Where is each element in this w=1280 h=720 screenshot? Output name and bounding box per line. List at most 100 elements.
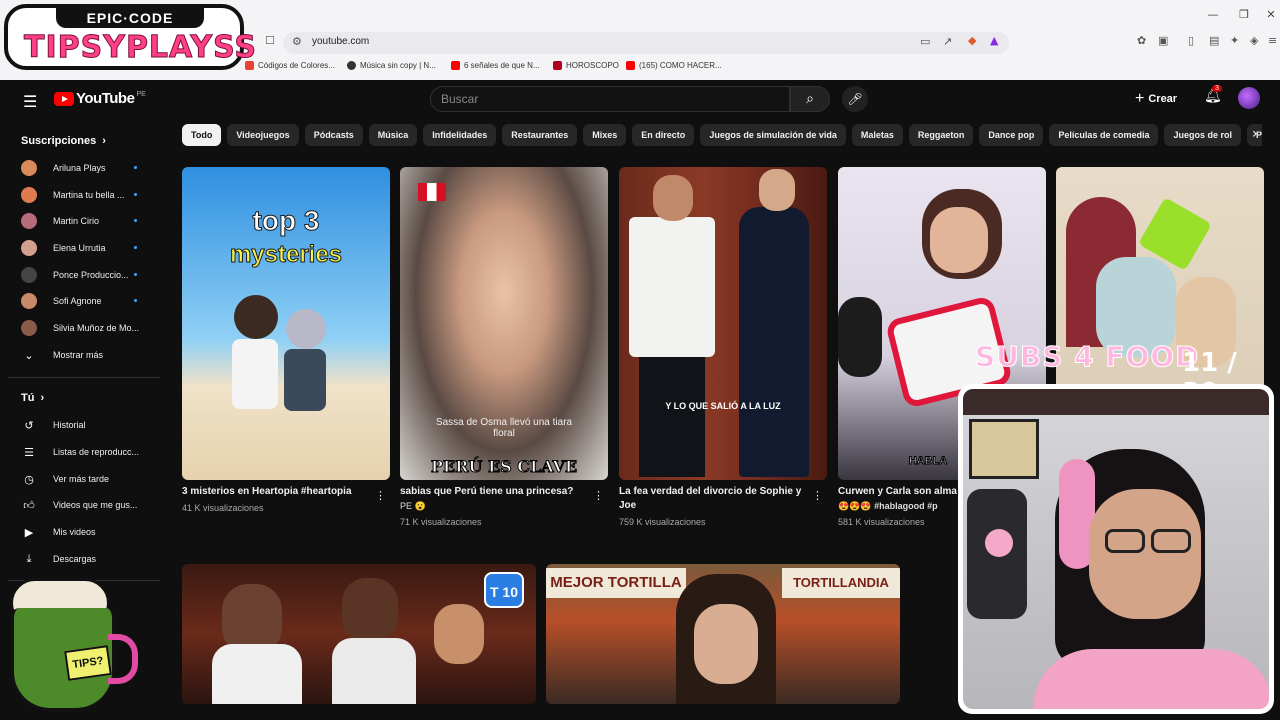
site-info-icon[interactable]: ⚙ [292, 35, 302, 48]
sidebar-item-subscription[interactable]: Martin Cirio [21, 211, 161, 231]
face [930, 207, 988, 273]
person-body [332, 638, 416, 704]
filter-chip[interactable]: Películas de comedia [1049, 124, 1159, 146]
sidebar-item-liked[interactable]: 👍︎ Videos que me gus... [21, 495, 161, 515]
leo-icon[interactable]: ✦ [1230, 34, 1239, 47]
video-thumbnail[interactable]: top 3 mysteries [182, 167, 390, 480]
channel-avatar [21, 267, 37, 283]
you-header[interactable]: Tú › [21, 392, 44, 404]
filter-chip[interactable]: Todo [182, 124, 222, 146]
address-bar[interactable]: ⚙ youtube.com ▭ ↗ ◆ ▲ [283, 32, 1009, 54]
screenshot-icon[interactable]: ▣ [1158, 34, 1168, 47]
filter-chip[interactable]: Pódcasts [304, 124, 363, 146]
chevron-right-icon[interactable]: › [1252, 126, 1258, 142]
avatar[interactable] [1238, 87, 1260, 109]
close-icon[interactable]: ✕ [1264, 8, 1278, 22]
shop-sign: MEJOR TORTILLA [546, 568, 686, 598]
sidebar-item-history[interactable]: ↺ Historial [21, 415, 161, 435]
sidebar-item-subscription[interactable]: Silvia Muñoz de Mo... [21, 318, 161, 338]
video-thumbnail[interactable]: Sassa de Osma llevó una tiara floral PER… [400, 167, 608, 480]
youtube-logo[interactable]: YouTube PE [54, 90, 146, 107]
thumbnail-text: mysteries [229, 241, 343, 269]
bookmark-icon[interactable]: ☐ [265, 34, 275, 47]
more-options-icon[interactable]: ⋮ [375, 489, 386, 502]
hamburger-menu-icon[interactable]: ☰ [23, 92, 37, 111]
sidebar-item-subscription[interactable]: Elena Urrutia [21, 238, 161, 258]
channel-avatar [21, 213, 37, 229]
sidebar-item-playlists[interactable]: ☰ Listas de reproducc... [21, 442, 161, 462]
sidebar-item-subscription[interactable]: Martina tu bella ... [21, 185, 161, 205]
video-thumbnail[interactable]: Y LO QUE SALIÓ A LA LUZ [619, 167, 827, 480]
video-card[interactable]: Sassa de Osma llevó una tiara floral PER… [400, 167, 608, 527]
video-card[interactable]: Y LO QUE SALIÓ A LA LUZ La fea verdad de… [619, 167, 827, 527]
sidebar-item-watch-later[interactable]: ◷ Ver más tarde [21, 469, 161, 489]
bookmark-label: Códigos de Colores... [258, 61, 335, 70]
character-body [284, 349, 326, 411]
filter-chip[interactable]: Restaurantes [502, 124, 578, 146]
share-icon[interactable]: ↗ [943, 35, 952, 48]
restore-icon[interactable]: ❐ [1237, 8, 1251, 22]
person-head [653, 175, 693, 221]
video-thumbnail[interactable]: T 10 [182, 564, 536, 704]
notification-badge: 3 [1212, 85, 1222, 92]
video-card[interactable]: top 3 mysteries 3 misterios en Heartopia… [182, 167, 390, 513]
filter-chip[interactable]: Juegos de simulación de vida [700, 124, 846, 146]
minimize-icon[interactable]: — [1206, 8, 1220, 22]
video-thumbnail[interactable]: MEJOR TORTILLA TORTILLANDIA [546, 564, 900, 704]
search-input[interactable] [441, 91, 771, 107]
thumbnail-text: Y LO QUE SALIÓ A LA LUZ [665, 401, 781, 411]
cast-icon[interactable]: ▭ [920, 35, 930, 48]
video-title[interactable]: La fea verdad del divorcio de Sophie y J… [619, 485, 804, 513]
bookmark-label: Música sin copy | N... [360, 61, 436, 70]
person-head [342, 578, 398, 642]
filter-chip[interactable]: Maletas [851, 124, 903, 146]
filter-chip[interactable]: Mixes [583, 124, 627, 146]
sidebar-item-label: Ver más tarde [53, 474, 110, 484]
mug-tag: TIPS? [64, 645, 112, 681]
video-title[interactable]: 3 misterios en Heartopia #heartopia [182, 485, 367, 499]
sidebar-item-my-videos[interactable]: ▶ Mis videos [21, 522, 161, 542]
wallet-icon[interactable]: ▤ [1209, 34, 1219, 47]
show-more-button[interactable]: ⌄ Mostrar más [21, 345, 161, 365]
bookmark-item[interactable]: Música sin copy | N... [347, 61, 436, 70]
filter-chip[interactable]: Dance pop [979, 124, 1044, 146]
bookmark-item[interactable]: HOROSCOPO [553, 61, 619, 70]
sidebar-item-subscription[interactable]: Ponce Produccio... [21, 265, 161, 285]
rewards-icon[interactable]: ▲ [990, 34, 998, 47]
more-options-icon[interactable]: ⋮ [812, 489, 823, 502]
more-options-icon[interactable]: ⋮ [593, 489, 604, 502]
clock-icon: ◷ [24, 472, 34, 486]
brave-shield-icon[interactable]: ◆ [968, 34, 976, 47]
bookmark-item[interactable]: (165) COMO HACER... [626, 61, 722, 70]
sidebar-item-subscription[interactable]: Sofi Agnone [21, 291, 161, 311]
filter-chip[interactable]: En directo [632, 124, 695, 146]
bookmark-item[interactable]: Códigos de Colores... [245, 61, 335, 70]
sidebar-item-label: Silvia Muñoz de Mo... [53, 323, 140, 333]
sidebar-item-subscription[interactable]: Ariluna Plays [21, 158, 161, 178]
filter-chip[interactable]: Infidelidades [423, 124, 497, 146]
bookmark-label: HOROSCOPO [566, 61, 619, 70]
search-button[interactable]: ⌕ [790, 86, 830, 112]
notifications-button[interactable]: 🔔︎ 3 [1204, 85, 1222, 104]
sidebar-item-downloads[interactable]: ⤓ Descargas [21, 549, 161, 569]
bookmark-item[interactable]: 6 señales de que N... [451, 61, 540, 70]
sidebar-item-label: Martina tu bella ... [53, 190, 125, 200]
menu-icon[interactable]: ≡ [1268, 34, 1277, 47]
new-content-dot [134, 219, 137, 222]
filter-chip[interactable]: Juegos de rol [1164, 124, 1241, 146]
you-header-label: Tú [21, 392, 35, 404]
filter-chip[interactable]: Videojuegos [227, 124, 299, 146]
voice-search-button[interactable]: 🎤︎ [842, 86, 868, 112]
vpn-icon[interactable]: ◈ [1250, 34, 1258, 47]
glasses [1151, 529, 1191, 553]
filter-chip[interactable]: Música [368, 124, 418, 146]
thumbnail-text: top 3 [252, 205, 320, 237]
video-subtitle: PE 😮 [400, 501, 426, 511]
subscriptions-header[interactable]: Suscripciones › [21, 135, 106, 147]
filter-chip[interactable]: Reggaeton [908, 124, 974, 146]
create-button[interactable]: + Crear [1135, 90, 1177, 108]
sidebar-icon[interactable]: ▯ [1188, 34, 1194, 47]
download-icon: ⤓ [26, 552, 32, 565]
extensions-icon[interactable]: ✿ [1137, 34, 1146, 47]
video-title[interactable]: sabias que Perú tiene una princesa? [400, 485, 585, 499]
